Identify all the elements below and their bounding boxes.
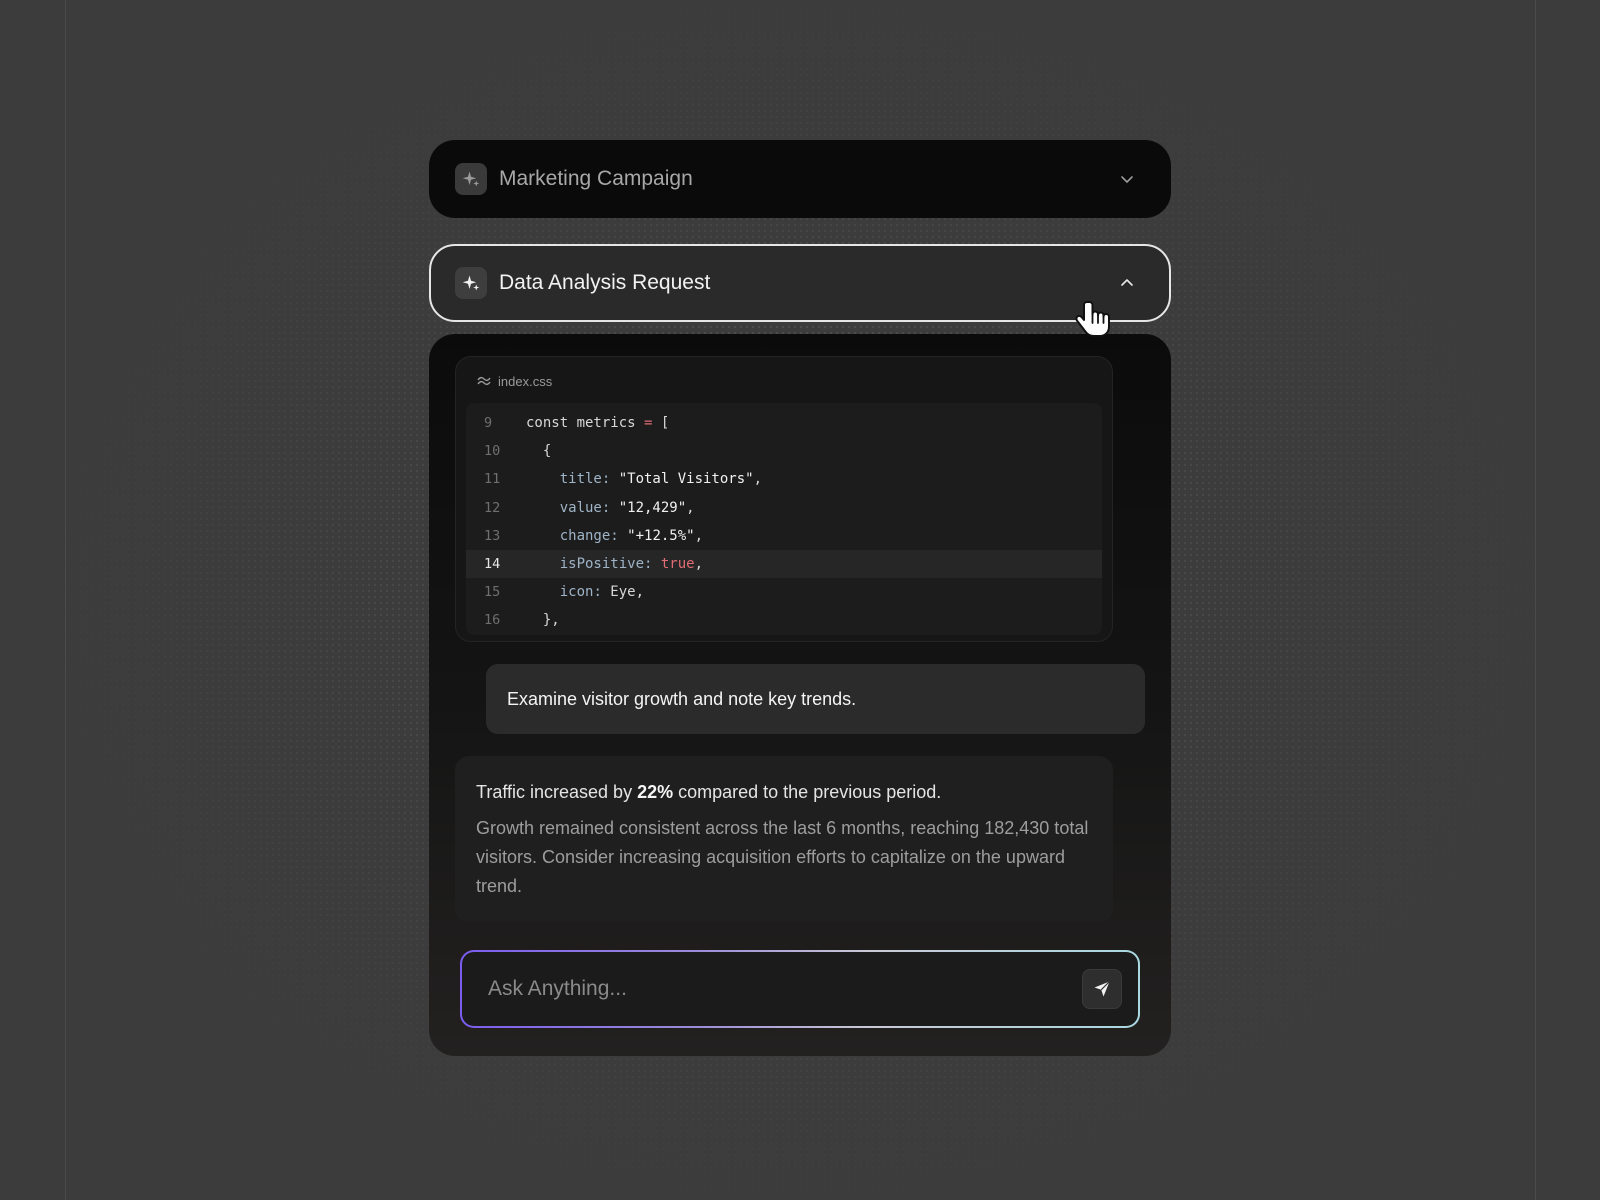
accordion-data-analysis-request[interactable]: Data Analysis Request [429,244,1171,322]
code-line-highlighted: 14 isPositive: true, [466,549,1102,579]
code-line: 12 value: "12,429", [466,494,1102,522]
ask-box-inner [462,952,1138,1026]
accordion-marketing-campaign[interactable]: Marketing Campaign [429,140,1171,218]
code-token: title [526,471,602,488]
code-body: 9 const metrics = [ 10 { 11 title: "Tota… [466,403,1102,635]
code-token: icon [526,584,594,601]
code-token: , [686,499,695,516]
conversation-panel: index.css 9 const metrics = [ 10 { 11 ti… [429,334,1171,1056]
accordion-title: Marketing Campaign [499,167,693,190]
line-number: 11 [484,471,501,488]
reply-lead-text: Traffic increased by [476,782,638,802]
line-number: 16 [484,612,501,629]
code-file-header: index.css [466,371,1102,391]
code-line: 9 const metrics = [ [466,409,1102,437]
reply-lead-text: compared to the previous period. [673,782,942,802]
ask-box [460,950,1140,1028]
code-token: , [694,527,704,544]
ask-input[interactable] [488,977,1082,1001]
send-button[interactable] [1082,969,1122,1009]
code-line: 13 change: "+12.5%", [466,522,1102,550]
code-token: { [526,443,552,460]
code-token: , [694,556,704,573]
code-token: , [635,584,645,601]
code-token: = [644,415,653,432]
code-token: : [644,556,661,573]
assistant-reply: Traffic increased by 22% compared to the… [455,756,1113,922]
line-number: 10 [484,443,501,460]
code-token: Eye [610,584,636,601]
reply-body: Growth remained consistent across the la… [476,818,1089,896]
tailwind-icon [476,375,492,387]
guide-line-left [65,0,66,1200]
send-icon [1094,981,1110,997]
code-line: 10 { [466,437,1102,465]
code-token: value [526,499,602,516]
code-line: 11 title: "Total Visitors", [466,465,1102,493]
reply-lead: Traffic increased by 22% compared to the… [476,780,1093,804]
code-token: , [753,471,763,488]
code-token: : [601,471,619,488]
sparkle-icon [455,163,487,195]
line-number: 13 [484,527,501,544]
code-line: 16 }, [466,606,1102,634]
sparkle-icon [455,267,487,299]
code-token: change [526,527,611,544]
code-token: : [593,584,611,601]
guide-line-right [1535,0,1536,1200]
chevron-down-icon[interactable] [1117,169,1137,189]
line-number: 14 [484,556,501,573]
code-token: true [660,556,695,573]
reply-highlight: 22% [637,782,674,802]
code-token: const metrics [526,415,645,432]
chevron-up-icon[interactable] [1117,273,1137,293]
code-token: "12,429" [618,499,687,516]
code-filename: index.css [498,373,553,389]
code-token: : [601,499,619,516]
code-line: 15 icon: Eye, [466,578,1102,606]
line-number: 12 [484,499,501,516]
code-token: }, [526,612,560,629]
accordion-title: Data Analysis Request [499,271,711,294]
code-token: isPositive [526,556,645,573]
hand-cursor-icon [1073,298,1117,347]
chat-widget: Marketing Campaign Data Analysis Request… [429,140,1171,1056]
line-number: 15 [484,584,501,601]
code-snippet: index.css 9 const metrics = [ 10 { 11 ti… [455,356,1113,642]
code-token: "+12.5%" [627,527,695,544]
code-token: : [610,527,628,544]
line-number: 9 [484,415,493,432]
user-message: Examine visitor growth and note key tren… [486,664,1145,734]
code-token: [ [652,415,670,432]
code-token: "Total Visitors" [618,471,754,488]
